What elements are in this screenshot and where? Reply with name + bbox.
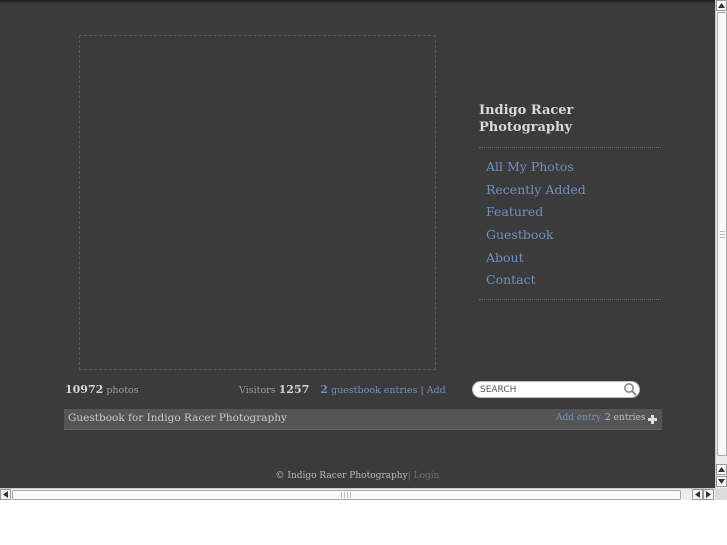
vertical-scroll-thumb[interactable] — [717, 12, 727, 456]
arrow-left-icon — [695, 491, 700, 498]
nav-item-contact[interactable]: Contact — [486, 269, 661, 292]
footer-separator: | — [407, 471, 411, 481]
top-shadow-bar — [0, 0, 715, 4]
scroll-up-button-lower[interactable] — [716, 464, 727, 475]
arrow-down-icon — [718, 479, 725, 484]
photo-count: 10972 — [65, 383, 104, 396]
arrow-up-icon — [718, 467, 725, 472]
nav-divider — [479, 147, 661, 148]
nav-item-all-my-photos[interactable]: All My Photos — [486, 156, 661, 179]
thumb-grip — [341, 492, 352, 498]
arrow-left-icon — [3, 491, 8, 498]
magnifier-icon[interactable] — [622, 382, 638, 397]
horizontal-scroll-thumb[interactable] — [12, 490, 681, 500]
guestbook-entries-link[interactable]: guestbook entries — [331, 385, 417, 396]
footer: © Indigo Racer Photography| Login — [0, 471, 715, 481]
horizontal-scrollbar[interactable] — [0, 488, 715, 500]
scroll-left-button-right[interactable] — [692, 489, 703, 500]
site-title[interactable]: Indigo Racer Photography — [479, 102, 659, 136]
nav-item-featured[interactable]: Featured — [486, 201, 661, 224]
nav-item-about[interactable]: About — [486, 247, 661, 270]
guestbook-title[interactable]: Guestbook for Indigo Racer Photography — [68, 412, 287, 424]
nav-item-guestbook[interactable]: Guestbook — [486, 224, 661, 247]
nav-item-recently-added[interactable]: Recently Added — [486, 179, 661, 202]
visitor-stats: Visitors 1257 2 guestbook entries | Add — [239, 383, 446, 396]
visitors-count: 1257 — [278, 383, 310, 396]
arrow-right-icon — [706, 491, 711, 498]
stats-separator: | — [420, 385, 424, 396]
footer-copyright: © Indigo Racer Photography — [275, 471, 408, 481]
stats-row: 10972 photos Visitors 1257 2 guestbook e… — [65, 381, 465, 399]
visitors-label: Visitors — [239, 385, 276, 396]
nav-divider — [479, 299, 661, 300]
scroll-down-button[interactable] — [716, 476, 727, 487]
scroll-up-button[interactable] — [716, 0, 727, 11]
featured-photo-frame[interactable] — [79, 35, 436, 370]
add-guestbook-link[interactable]: Add — [427, 385, 446, 396]
scrollbar-corner — [715, 488, 727, 500]
guestbook-count[interactable]: 2 — [320, 383, 328, 396]
scroll-left-button[interactable] — [0, 489, 11, 500]
entries-count: 2 entries — [605, 413, 646, 423]
add-entry-link[interactable]: Add entry — [556, 413, 601, 423]
vertical-scrollbar[interactable] — [715, 0, 727, 488]
plus-icon[interactable] — [647, 414, 658, 425]
main-nav: All My Photos Recently Added Featured Gu… — [486, 156, 661, 292]
photo-label: photos — [106, 385, 139, 396]
guestbook-bar: Guestbook for Indigo Racer Photography A… — [64, 409, 662, 430]
scroll-right-button[interactable] — [703, 489, 714, 500]
search-input[interactable]: SEARCH — [472, 381, 640, 398]
login-link[interactable]: Login — [414, 471, 440, 481]
thumb-grip — [720, 231, 725, 240]
arrow-up-icon — [718, 3, 725, 8]
photo-stats: 10972 photos — [65, 383, 139, 396]
page-viewport: Indigo Racer Photography All My Photos R… — [0, 0, 715, 488]
